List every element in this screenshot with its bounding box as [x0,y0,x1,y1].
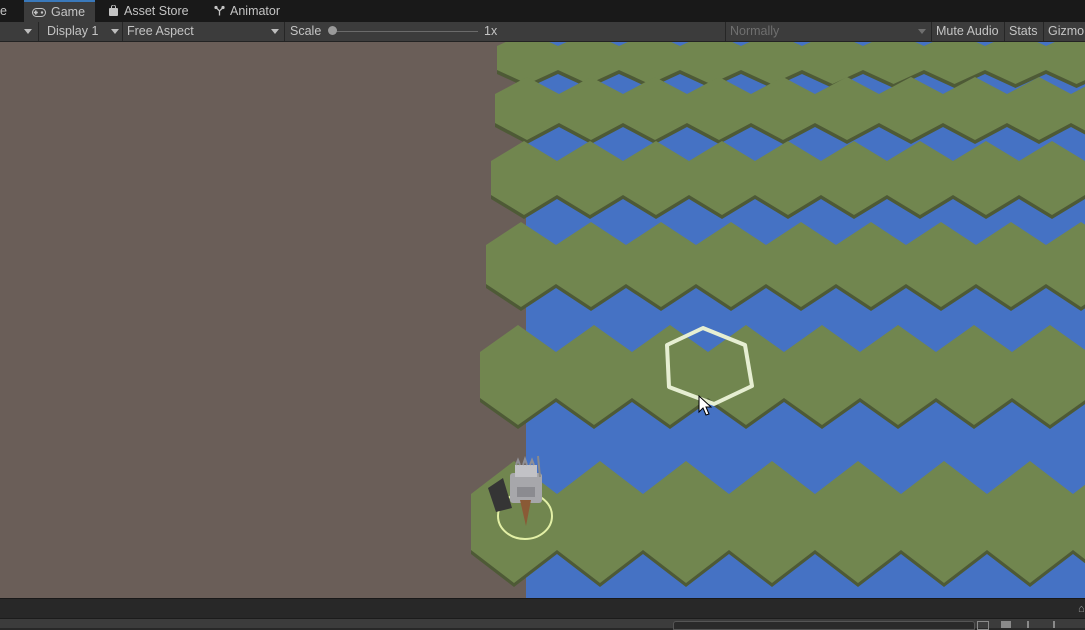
tab-asset-store-label: Asset Store [124,4,189,18]
scale-value: 1x [484,24,498,38]
display-dropdown[interactable]: Display 1 [47,22,122,41]
animator-icon [214,1,225,23]
game-toolbar: Display 1 Free Aspect Scale 1x Normally … [0,22,1085,42]
game-view-dropdown[interactable] [0,22,38,41]
chevron-down-icon [111,29,119,34]
tab-game-label: Game [51,5,86,19]
layout-icon: ⌂ [1078,603,1085,615]
scale-slider-thumb[interactable] [328,26,337,35]
chevron-down-icon [918,29,926,34]
gizmos-button[interactable]: Gizmo [1048,22,1084,41]
tab-animator-label: Animator [230,4,281,18]
chevron-down-icon [271,29,279,34]
tab-animator[interactable]: Animator [214,0,280,22]
editor-tab-bar: e Game Asset Store Animator [0,0,1085,23]
gamepad-icon [32,3,46,23]
scale-slider[interactable] [328,22,480,41]
tab-game[interactable]: Game [24,0,96,23]
aspect-dropdown[interactable]: Free Aspect [127,22,282,41]
search-field[interactable] [673,621,975,630]
stats-button[interactable]: Stats [1009,22,1038,41]
hex-map[interactable] [0,42,1085,598]
bag-icon [108,1,119,23]
scale-label: Scale [290,24,322,38]
play-mode-label: Normally [730,24,780,38]
filter-icon[interactable] [977,621,989,630]
display-label: Display 1 [47,24,99,38]
tab-scene-label: e [0,4,7,18]
status-bar: ⌂ [0,598,1085,619]
chevron-down-icon [24,29,32,35]
game-viewport[interactable] [0,42,1085,598]
mute-audio-button[interactable]: Mute Audio [936,22,999,41]
tab-asset-store[interactable]: Asset Store [108,0,189,22]
scale-slider-track [332,31,478,32]
aspect-label: Free Aspect [127,24,194,38]
tab-scene[interactable]: e [0,0,22,22]
play-mode-dropdown[interactable]: Normally [726,22,931,41]
